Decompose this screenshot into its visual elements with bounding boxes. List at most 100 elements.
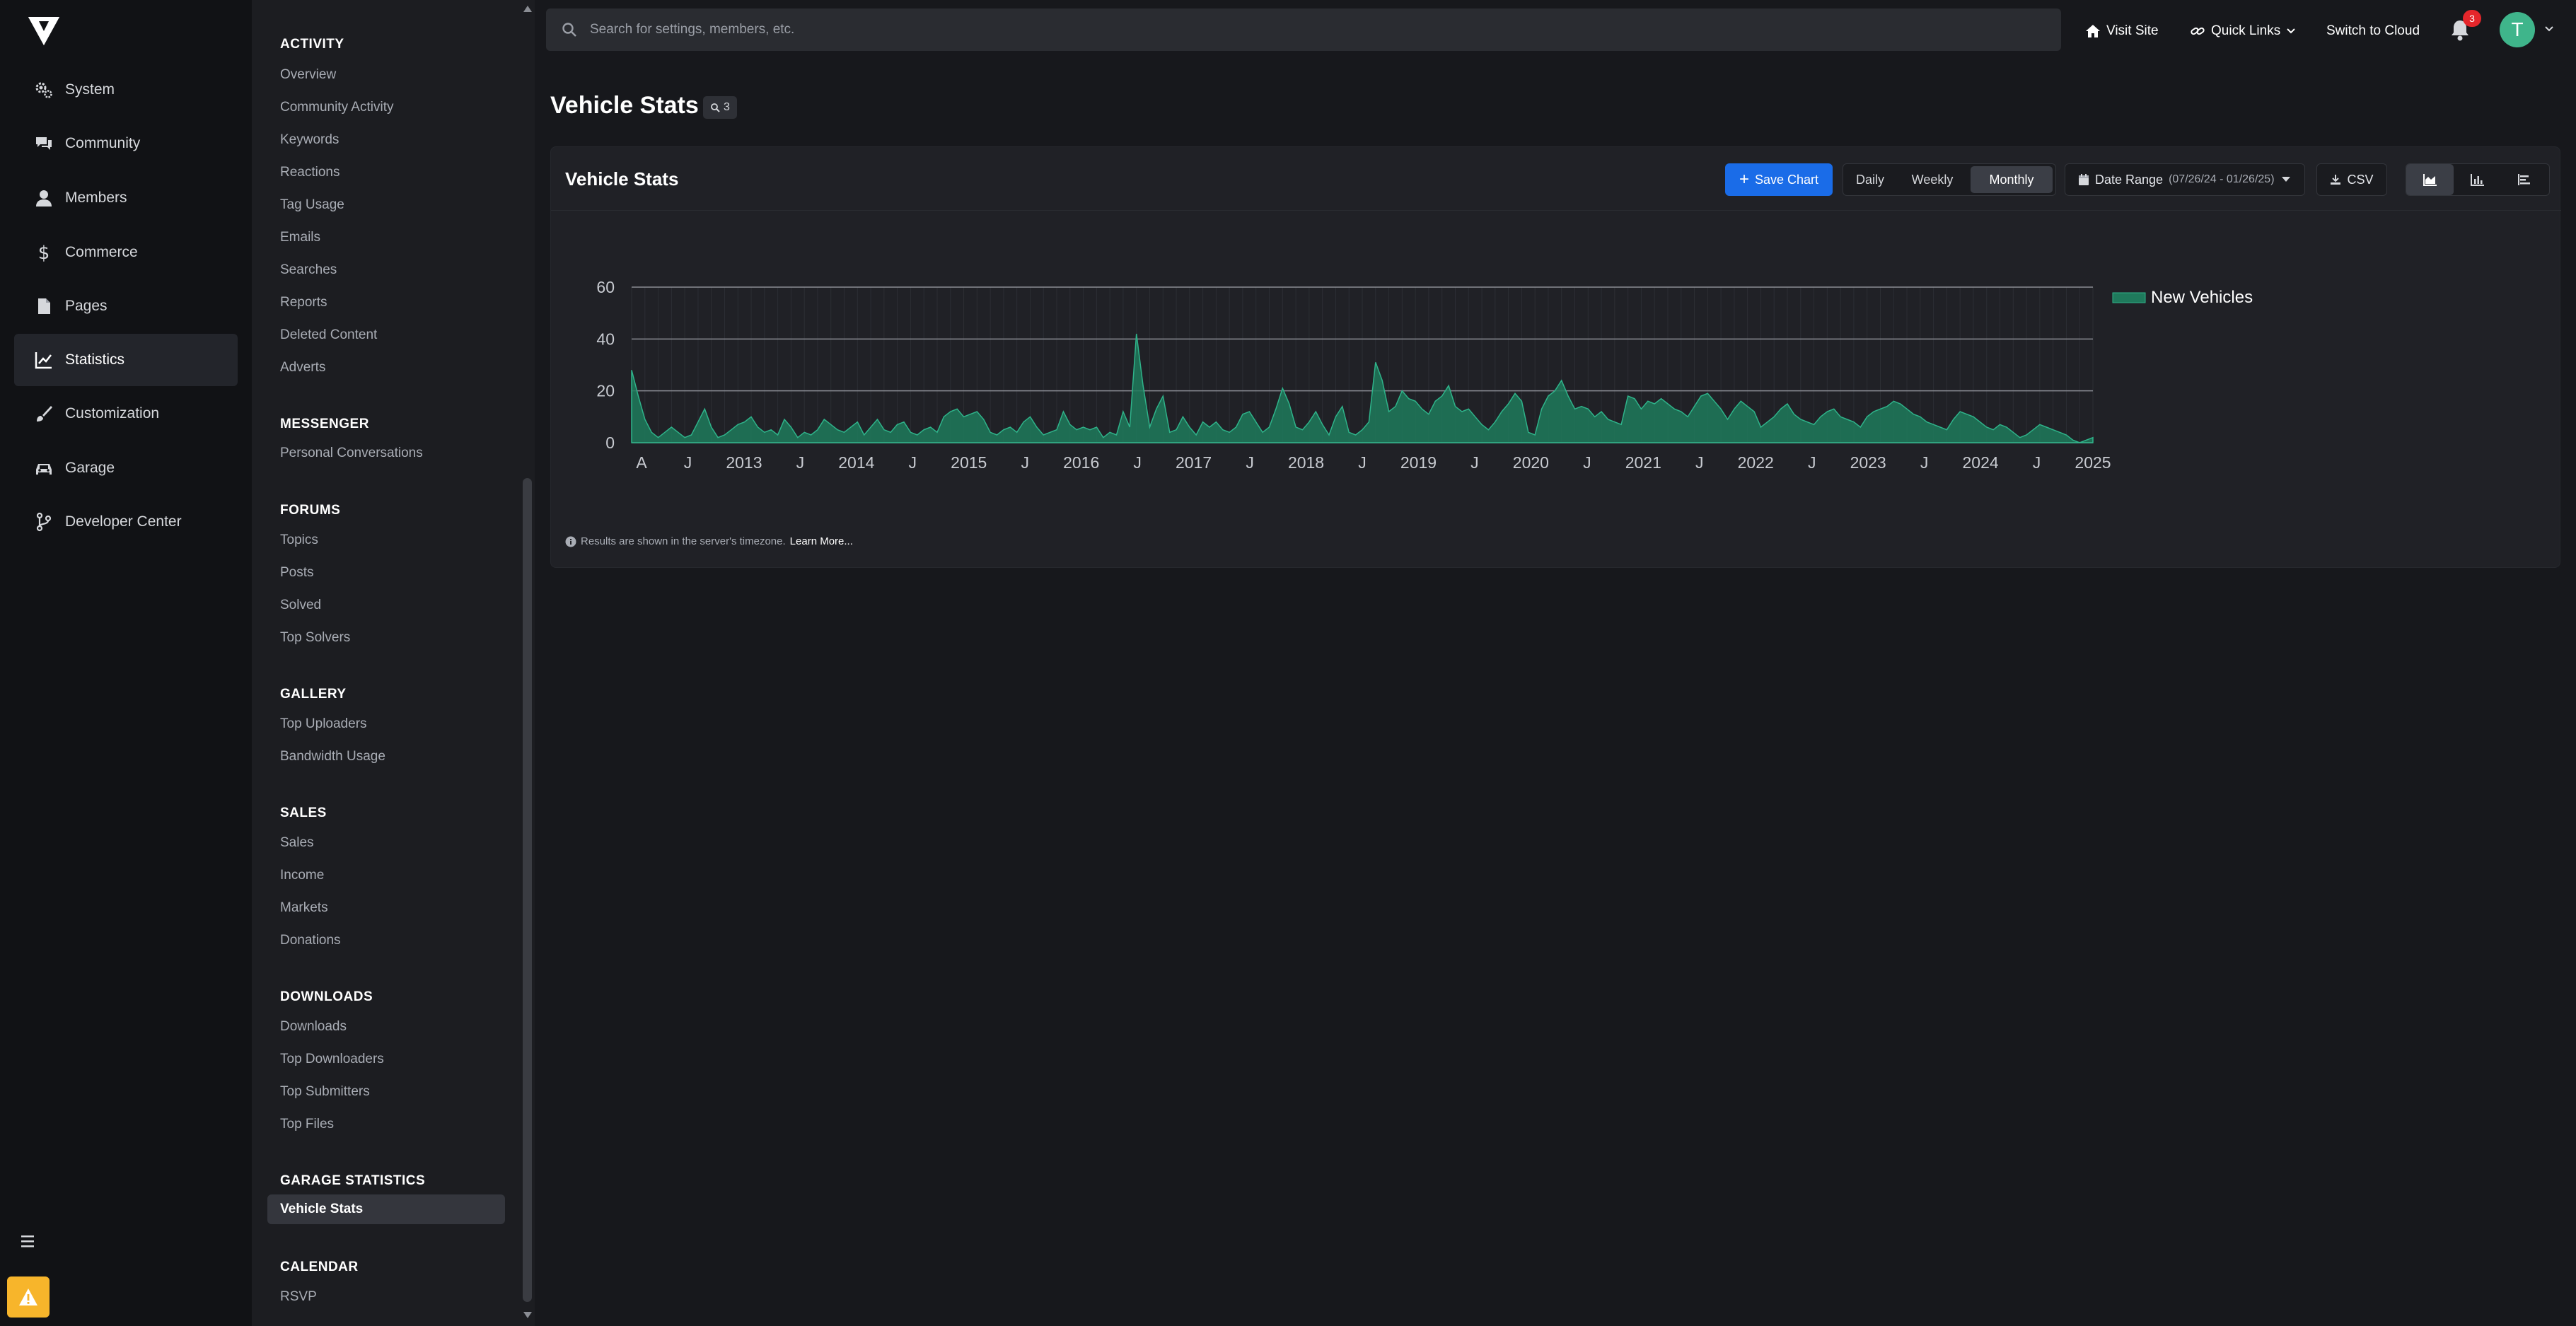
subnav-link-emails[interactable]: Emails xyxy=(280,230,320,245)
warning-button[interactable] xyxy=(7,1276,50,1318)
nav-item-developer-center[interactable]: Developer Center xyxy=(14,496,238,548)
timescale-weekly-button[interactable]: Weekly xyxy=(1897,164,1968,195)
x-tick-label: 2016 xyxy=(1063,453,1099,472)
learn-more-link[interactable]: Learn More... xyxy=(790,535,853,547)
scroll-up-arrow-icon[interactable] xyxy=(523,6,532,12)
subnav-link-downloads[interactable]: Downloads xyxy=(280,1019,347,1035)
y-tick-label: 40 xyxy=(596,330,615,348)
x-tick-label: 2025 xyxy=(2075,453,2111,472)
subnav-link-rsvp[interactable]: RSVP xyxy=(280,1289,317,1305)
nav-item-community[interactable]: Community xyxy=(14,117,238,170)
visit-site-link[interactable]: Visit Site xyxy=(2085,17,2159,45)
x-tick-label: 2019 xyxy=(1400,453,1437,472)
legend-swatch xyxy=(2112,292,2146,303)
area-chart-button[interactable] xyxy=(2406,164,2454,195)
nav-item-statistics[interactable]: Statistics xyxy=(14,334,238,386)
info-icon xyxy=(565,536,576,547)
date-range-dropdown[interactable]: Date Range (07/26/24 - 01/26/25) xyxy=(2065,163,2305,196)
timescale-daily-button[interactable]: Daily xyxy=(1843,164,1897,195)
subnav-link-deleted-content[interactable]: Deleted Content xyxy=(280,327,377,343)
save-chart-button[interactable]: + Save Chart xyxy=(1725,163,1833,196)
table-view-button[interactable] xyxy=(2502,164,2549,195)
csv-download-button[interactable]: CSV xyxy=(2316,163,2387,196)
chart-y-axis: 0 20 40 60 xyxy=(596,278,615,452)
x-tick-label: J xyxy=(2033,453,2041,472)
avatar[interactable]: T xyxy=(2500,12,2535,47)
scrollbar-thumb[interactable] xyxy=(523,478,532,1302)
section-title-calendar: CALENDAR xyxy=(280,1260,359,1274)
brush-icon xyxy=(27,404,61,424)
svg-text:$: $ xyxy=(38,243,50,262)
subnav-link-reports[interactable]: Reports xyxy=(280,295,327,310)
y-tick-label: 0 xyxy=(605,434,615,452)
subnav-link-donations[interactable]: Donations xyxy=(280,933,341,948)
nav-item-pages[interactable]: Pages xyxy=(14,280,238,332)
nav-item-garage[interactable]: Garage xyxy=(14,442,238,494)
warning-icon xyxy=(19,1289,37,1305)
quick-links-dropdown[interactable]: Quick Links xyxy=(2190,17,2296,45)
x-tick-label: J xyxy=(684,453,692,472)
search-icon xyxy=(711,103,720,112)
x-tick-label: 2022 xyxy=(1738,453,1774,472)
subnav-link-income[interactable]: Income xyxy=(280,868,324,883)
subnav-link-vehicle-stats[interactable]: Vehicle Stats xyxy=(267,1194,505,1224)
subnav-link-top-downloaders[interactable]: Top Downloaders xyxy=(280,1052,384,1067)
subnav-link-personal-conversations[interactable]: Personal Conversations xyxy=(280,446,423,461)
subnav-link-adverts[interactable]: Adverts xyxy=(280,360,325,376)
search-box[interactable] xyxy=(546,8,2061,51)
section-title-activity: ACTIVITY xyxy=(280,37,344,52)
x-tick-label: 2024 xyxy=(1962,453,1998,472)
search-result-badge[interactable]: 3 xyxy=(703,96,737,119)
nav-item-label: Statistics xyxy=(65,351,125,368)
timescale-monthly-button[interactable]: Monthly xyxy=(1971,166,2053,193)
chart-x-axis: A J 2013 J 2014 J 2015 J 2016 J 2017 J 2018 J 2019 J 202… xyxy=(636,453,2111,472)
chevron-down-icon[interactable] xyxy=(2544,25,2554,33)
plus-icon: + xyxy=(1739,170,1749,189)
subnav-link-community-activity[interactable]: Community Activity xyxy=(280,100,393,115)
search-icon xyxy=(562,23,576,37)
column-chart-button[interactable] xyxy=(2454,164,2501,195)
csv-label: CSV xyxy=(2347,172,2374,187)
subnav-link-top-files[interactable]: Top Files xyxy=(280,1117,334,1132)
subnav-link-keywords[interactable]: Keywords xyxy=(280,132,339,148)
scroll-down-arrow-icon[interactable] xyxy=(523,1312,532,1318)
nav-item-members[interactable]: Members xyxy=(14,172,238,224)
gears-icon xyxy=(27,80,61,100)
subnav-link-bandwidth-usage[interactable]: Bandwidth Usage xyxy=(280,749,385,764)
logo-icon[interactable] xyxy=(27,16,61,47)
branch-icon xyxy=(27,512,61,532)
subnav-link-top-uploaders[interactable]: Top Uploaders xyxy=(280,716,367,732)
x-tick-label: 2020 xyxy=(1513,453,1549,472)
subnav-link-solved[interactable]: Solved xyxy=(280,598,321,613)
nav-item-system[interactable]: System xyxy=(14,64,238,116)
x-tick-label: J xyxy=(909,453,917,472)
top-bar: Visit Site Quick Links Switch to Cloud 3… xyxy=(535,0,2576,62)
x-tick-label: J xyxy=(1920,453,1929,472)
area-chart-icon xyxy=(2423,174,2437,186)
subnav-link-searches[interactable]: Searches xyxy=(280,262,337,278)
subnav-link-top-solvers[interactable]: Top Solvers xyxy=(280,630,350,646)
subnav-link-reactions[interactable]: Reactions xyxy=(280,165,340,180)
subnav-link-posts[interactable]: Posts xyxy=(280,565,314,581)
subnav-link-tag-usage[interactable]: Tag Usage xyxy=(280,197,344,213)
x-tick-label: J xyxy=(796,453,805,472)
subnav-link-top-submitters[interactable]: Top Submitters xyxy=(280,1084,370,1100)
x-tick-label: J xyxy=(1133,453,1142,472)
switch-to-cloud-link[interactable]: Switch to Cloud xyxy=(2326,17,2420,45)
subnav-link-topics[interactable]: Topics xyxy=(280,533,318,548)
subnav-link-markets[interactable]: Markets xyxy=(280,900,328,916)
subnav-link-overview[interactable]: Overview xyxy=(280,67,336,83)
nav-item-commerce[interactable]: $ Commerce xyxy=(14,226,238,279)
subnav-scrollbar[interactable] xyxy=(521,0,535,1326)
section-title-downloads: DOWNLOADS xyxy=(280,989,373,1004)
search-input[interactable] xyxy=(590,22,2004,37)
save-chart-label: Save Chart xyxy=(1754,172,1819,187)
x-tick-label: 2018 xyxy=(1288,453,1324,472)
dollar-icon: $ xyxy=(27,243,61,262)
x-tick-label: J xyxy=(1358,453,1367,472)
nav-item-customization[interactable]: Customization xyxy=(14,388,238,440)
chart-line-icon xyxy=(27,350,61,370)
chart-legend[interactable]: New Vehicles xyxy=(2112,288,2253,307)
menu-toggle-icon[interactable] xyxy=(18,1231,40,1252)
subnav-link-sales[interactable]: Sales xyxy=(280,835,314,851)
